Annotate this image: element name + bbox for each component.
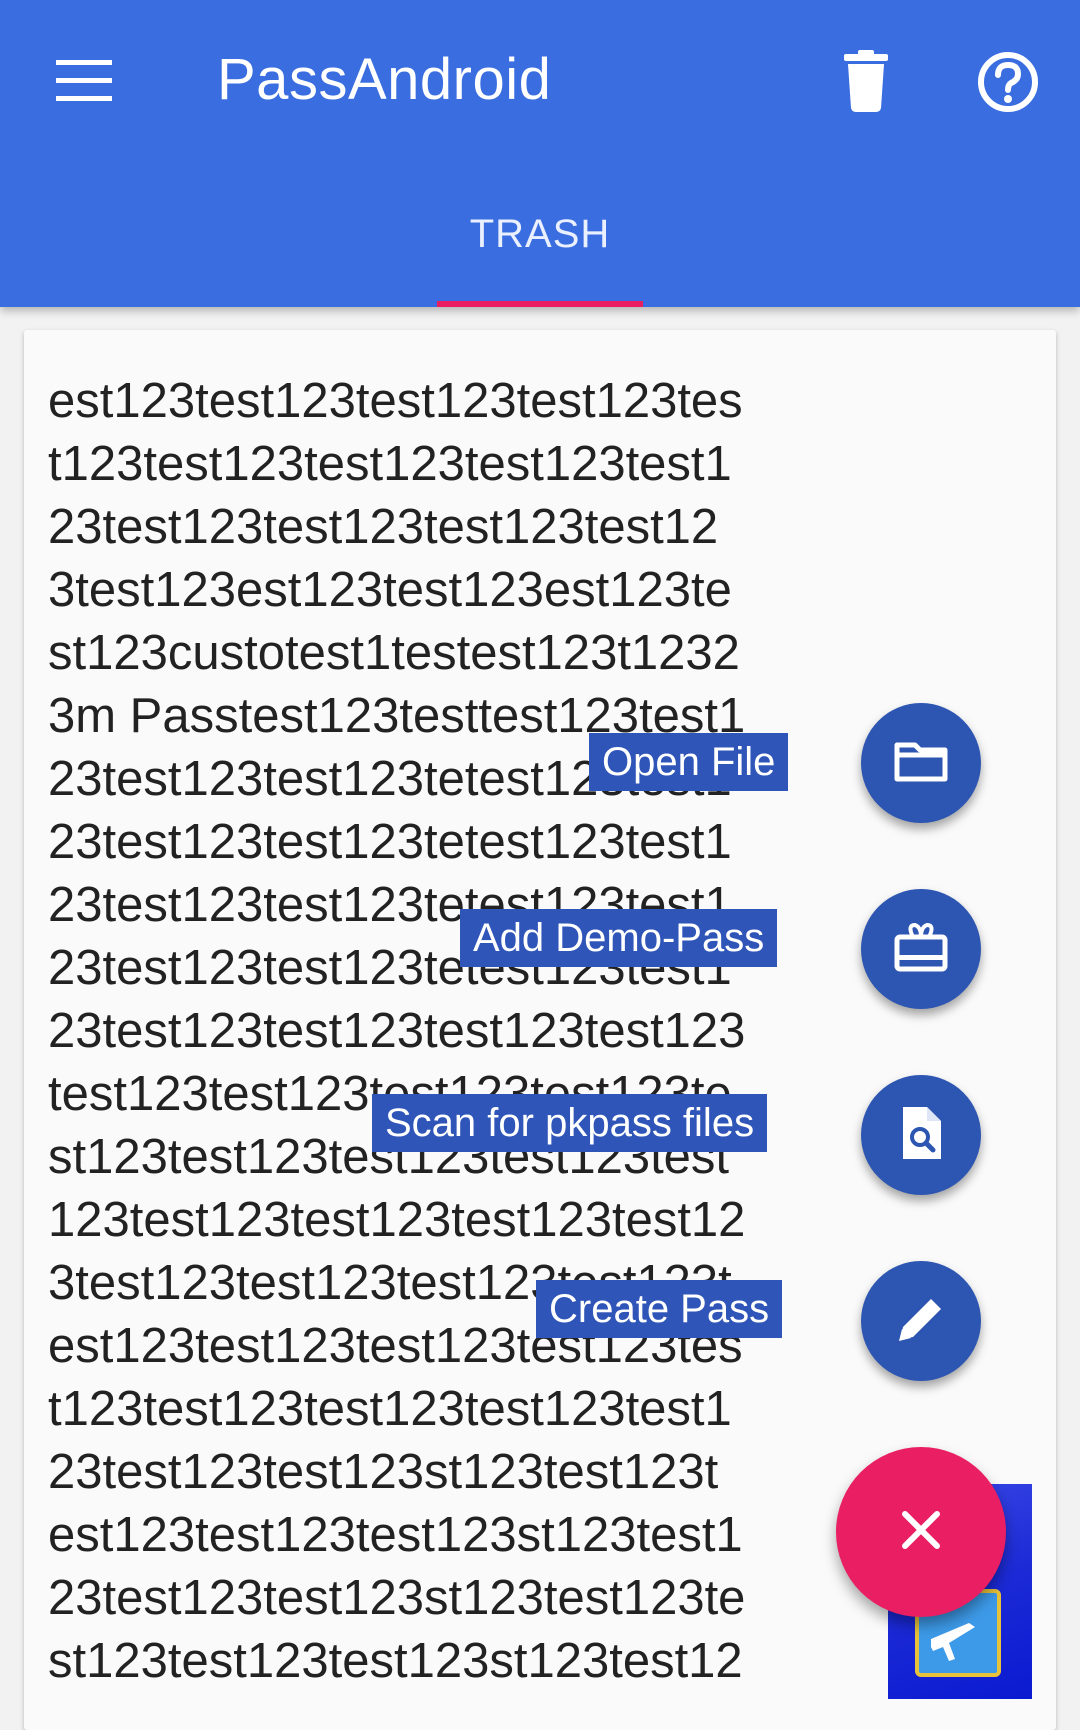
pass-text-line: 3test123est123test123est123te bbox=[48, 563, 732, 617]
trash-icon[interactable] bbox=[830, 44, 902, 116]
close-icon bbox=[897, 1506, 945, 1559]
app-title: PassAndroid bbox=[217, 47, 552, 112]
pass-text-line: 23test123test123st123test123t bbox=[48, 1445, 719, 1499]
tab-indicator bbox=[437, 301, 643, 307]
pass-text-line: 23test123test123test123test12 bbox=[48, 500, 719, 554]
folder-icon bbox=[889, 729, 953, 798]
gift-card-icon bbox=[889, 915, 953, 984]
pass-text-line: 23test123test123st123test123te bbox=[48, 1571, 746, 1625]
pass-card-text: est123test123test123test123tes t123test12… bbox=[48, 370, 868, 1693]
pass-text-line: 23test123test123tetest123test1 bbox=[48, 815, 732, 869]
pencil-icon bbox=[889, 1287, 953, 1356]
tab-trash-label: TRASH bbox=[469, 212, 611, 256]
file-search-icon bbox=[889, 1101, 953, 1170]
pass-text-line: st123test123test123st123test12 bbox=[48, 1634, 743, 1688]
pass-text-line: 123test123test123test123test12 bbox=[48, 1193, 746, 1247]
menu-icon[interactable] bbox=[44, 44, 124, 116]
close-fab-button[interactable] bbox=[836, 1447, 1006, 1617]
pass-text-line: st123custotest1testest123t1232 bbox=[48, 626, 740, 680]
pass-text-line: est123test123test123test123tes bbox=[48, 374, 743, 428]
open-file-button[interactable] bbox=[861, 703, 981, 823]
open-file-label[interactable]: Open File bbox=[589, 733, 789, 791]
pass-text-line: t123test123test123test123test1 bbox=[48, 1382, 732, 1436]
add-demo-pass-label[interactable]: Add Demo-Pass bbox=[460, 909, 778, 967]
add-demo-pass-button[interactable] bbox=[861, 889, 981, 1009]
help-icon[interactable] bbox=[970, 44, 1046, 120]
create-pass-label[interactable]: Create Pass bbox=[536, 1280, 783, 1338]
create-pass-button[interactable] bbox=[861, 1261, 981, 1381]
scan-pkpass-label[interactable]: Scan for pkpass files bbox=[372, 1094, 768, 1152]
pass-text-line: 23test123test123test123test123 bbox=[48, 1004, 746, 1058]
pass-text-line: t123test123test123test123test1 bbox=[48, 437, 732, 491]
scan-pkpass-button[interactable] bbox=[861, 1075, 981, 1195]
app-bar: PassAndroid TRASH bbox=[0, 0, 1080, 307]
pass-text-line: est123test123test123st123test1 bbox=[48, 1508, 743, 1562]
tab-trash[interactable]: TRASH bbox=[437, 190, 643, 307]
